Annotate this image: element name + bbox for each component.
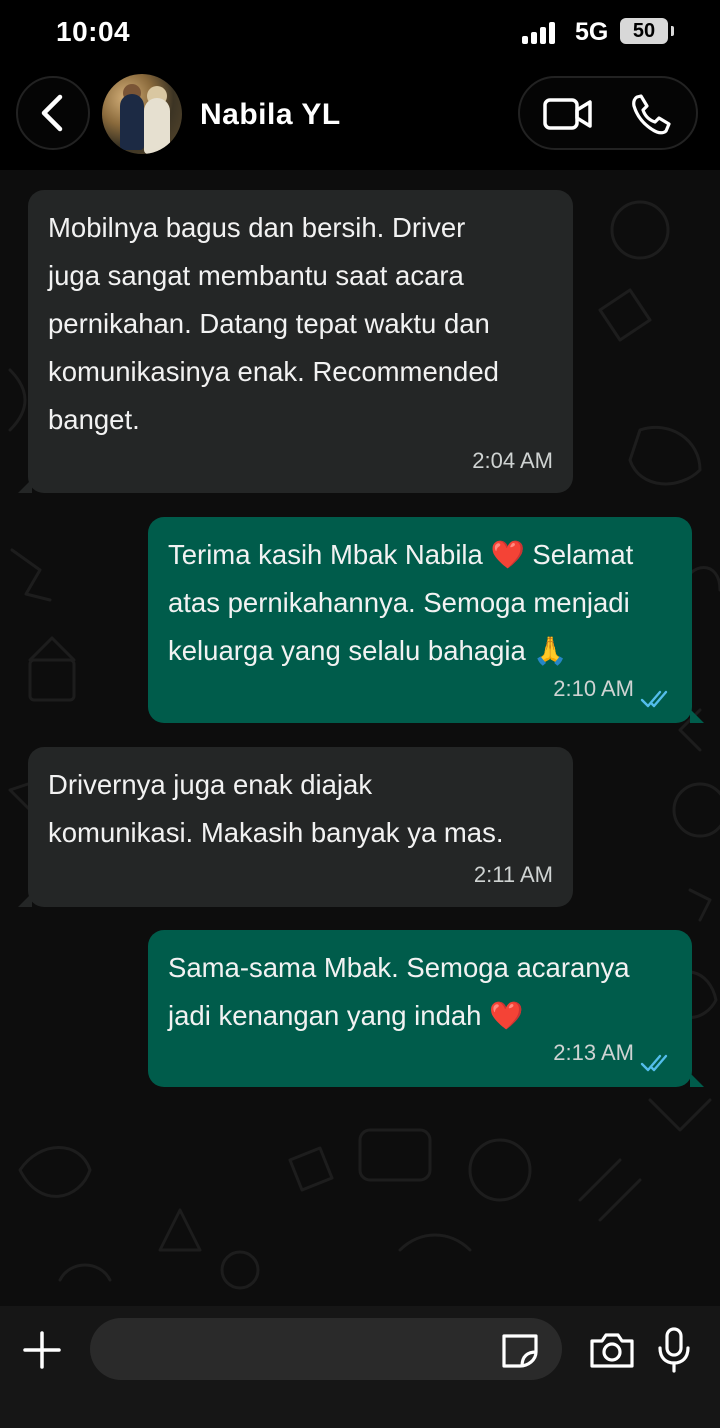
signal-strength-icon xyxy=(522,22,555,44)
message-bubble-incoming[interactable]: Mobilnya bagus dan bersih. Driver juga s… xyxy=(18,190,573,493)
read-receipt-icon xyxy=(640,690,668,708)
input-bar xyxy=(0,1306,720,1428)
battery-icon: 50 xyxy=(620,18,674,44)
voice-call-button[interactable] xyxy=(628,92,674,136)
message-text: Mobilnya bagus dan bersih. Driver juga s… xyxy=(48,212,499,435)
battery-level: 50 xyxy=(632,20,656,42)
status-bar: 10:04 5G 50 xyxy=(0,0,720,70)
contact-name[interactable]: Nabila YL xyxy=(200,98,341,132)
message-bubble-outgoing[interactable]: Sama-sama Mbak. Semoga acaranya jadi kena… xyxy=(148,930,704,1087)
call-actions xyxy=(518,76,698,150)
message-time: 2:04 AM xyxy=(472,448,553,473)
video-call-button[interactable] xyxy=(542,94,594,134)
microphone-icon[interactable] xyxy=(656,1326,692,1374)
video-call-icon xyxy=(543,98,592,130)
camera-icon[interactable] xyxy=(588,1330,636,1370)
chat-header: Nabila YL xyxy=(0,70,720,170)
back-button[interactable] xyxy=(16,76,90,150)
status-time: 10:04 xyxy=(56,16,131,47)
message-input[interactable] xyxy=(90,1318,562,1380)
heart-emoji: ❤️ xyxy=(489,1000,524,1031)
plus-icon[interactable] xyxy=(22,1330,62,1370)
message-time: 2:10 AM xyxy=(553,676,634,701)
network-type: 5G xyxy=(575,18,609,46)
avatar[interactable] xyxy=(102,74,182,154)
message-text: Sama-sama Mbak. Semoga acaranya jadi kena… xyxy=(168,952,630,1031)
pray-emoji: 🙏 xyxy=(533,635,568,666)
message-time: 2:11 AM xyxy=(473,862,553,887)
read-receipt-icon xyxy=(640,1054,668,1072)
message-bubble-outgoing[interactable]: Terima kasih Mbak Nabila ❤️ Selamat atas … xyxy=(148,517,704,723)
message-text: Drivernya juga enak diajak komunikasi. M… xyxy=(48,769,504,848)
heart-emoji: ❤️ xyxy=(490,539,525,570)
message-text: Terima kasih Mbak Nabila ❤️ Selamat atas … xyxy=(168,539,634,666)
message-time: 2:13 AM xyxy=(553,1040,634,1065)
phone-call-icon xyxy=(632,94,671,135)
message-bubble-incoming[interactable]: Drivernya juga enak diajak komunikasi. M… xyxy=(18,747,573,907)
back-arrow-icon xyxy=(41,94,63,132)
chat-area[interactable]: Mobilnya bagus dan bersih. Driver juga s… xyxy=(0,170,720,1306)
sticker-icon[interactable] xyxy=(498,1330,542,1370)
